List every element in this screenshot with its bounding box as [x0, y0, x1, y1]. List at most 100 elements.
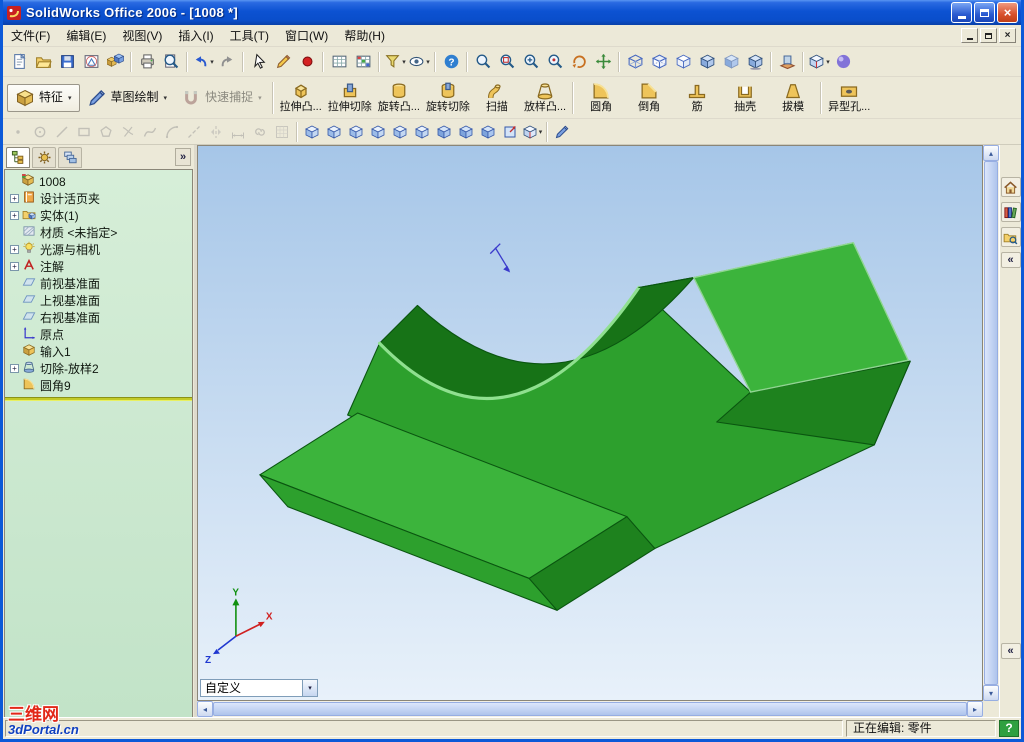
tree-item[interactable]: + 实体(1): [5, 207, 192, 224]
design-table-button[interactable]: [327, 50, 351, 74]
zoom-to-fit-button[interactable]: [471, 50, 495, 74]
tree-item[interactable]: + 光源与相机: [5, 241, 192, 258]
extruded-cut-button[interactable]: 拉伸切除: [325, 78, 375, 118]
configurationmanager-tab[interactable]: [58, 146, 82, 168]
scroll-left-button[interactable]: ◂: [197, 701, 213, 717]
chamfer-button[interactable]: 倒角: [625, 78, 673, 118]
view-top-button[interactable]: [389, 121, 411, 143]
pan-button[interactable]: [591, 50, 615, 74]
shadows-in-shaded-mode-button[interactable]: [743, 50, 767, 74]
open-document-button[interactable]: [31, 50, 55, 74]
view-orientation-button[interactable]: ▾: [521, 121, 543, 143]
apply-scene-button[interactable]: [831, 50, 855, 74]
record-macro-button[interactable]: [295, 50, 319, 74]
minimize-button[interactable]: [951, 2, 972, 23]
tree-item[interactable]: 前视基准面: [5, 275, 192, 292]
expand-toggle[interactable]: +: [10, 194, 19, 203]
child-close-button[interactable]: ×: [999, 28, 1016, 43]
child-restore-button[interactable]: [980, 28, 997, 43]
tree-item[interactable]: 原点: [5, 326, 192, 343]
shaded-button[interactable]: [719, 50, 743, 74]
section-view-button[interactable]: [775, 50, 799, 74]
hidden-lines-visible-button[interactable]: [647, 50, 671, 74]
graphics-area[interactable]: Y X Z 自定义 ▾: [197, 145, 983, 701]
fillet-button[interactable]: 圆角: [577, 78, 625, 118]
scroll-right-button[interactable]: ▸: [967, 701, 983, 717]
shaded-with-edges-button[interactable]: [695, 50, 719, 74]
tree-item[interactable]: 材质 <未指定>: [5, 224, 192, 241]
hide-show-items-button[interactable]: ▾: [407, 50, 431, 74]
view-back-button[interactable]: [323, 121, 345, 143]
make-assembly-from-part-button[interactable]: [103, 50, 127, 74]
3d-sketch-button[interactable]: [551, 121, 573, 143]
menu-item[interactable]: 编辑(E): [58, 24, 114, 47]
dropdown-arrow-icon[interactable]: ▾: [68, 94, 72, 102]
help-button[interactable]: ?: [439, 50, 463, 74]
features-tab-button[interactable]: 特征 ▾: [7, 83, 80, 112]
close-button[interactable]: ×: [997, 2, 1018, 23]
tree-item[interactable]: + 设计活页夹: [5, 190, 192, 207]
menu-item[interactable]: 插入(I): [170, 24, 221, 47]
new-document-button[interactable]: [7, 50, 31, 74]
dropdown-arrow-icon[interactable]: ▾: [258, 94, 262, 102]
menu-item[interactable]: 工具(T): [222, 24, 277, 47]
wireframe-button[interactable]: [623, 50, 647, 74]
title-bar[interactable]: SolidWorks Office 2006 - [1008 *] ×: [3, 0, 1021, 25]
color-swatches-button[interactable]: [351, 50, 375, 74]
child-minimize-button[interactable]: [961, 28, 978, 43]
view-normal-to-button[interactable]: [499, 121, 521, 143]
lofted-boss-button[interactable]: 放样凸...: [521, 78, 569, 118]
undo-button[interactable]: ▾: [191, 50, 215, 74]
dropdown-arrow-icon[interactable]: ▾: [826, 58, 830, 66]
horizontal-scrollbar[interactable]: ◂ ▸: [197, 701, 983, 717]
panel-collapse-button[interactable]: »: [175, 148, 191, 166]
redo-button[interactable]: [215, 50, 239, 74]
revolved-boss-button[interactable]: 旋转凸...: [375, 78, 423, 118]
rotate-view-button[interactable]: [567, 50, 591, 74]
view-isometric-button[interactable]: [433, 121, 455, 143]
tree-item[interactable]: 上视基准面: [5, 292, 192, 309]
view-trimetric-button[interactable]: [455, 121, 477, 143]
sketch-button[interactable]: 草图绘制 ▾: [80, 84, 175, 112]
horizontal-scroll-thumb[interactable]: [213, 702, 967, 716]
featuremanager-tab[interactable]: [6, 146, 30, 168]
expand-toggle[interactable]: +: [10, 211, 19, 220]
task-pane-expand-button[interactable]: «: [1000, 643, 1021, 659]
zoom-to-selection-button[interactable]: [543, 50, 567, 74]
expand-toggle[interactable]: +: [10, 245, 19, 254]
save-button[interactable]: [55, 50, 79, 74]
extruded-boss-button[interactable]: 拉伸凸...: [277, 78, 325, 118]
model-3d-part[interactable]: Y X Z: [198, 146, 982, 700]
solidworks-resources-button[interactable]: [1000, 177, 1021, 197]
task-pane-collapse-button[interactable]: «: [1000, 252, 1021, 268]
zoom-in-out-button[interactable]: [519, 50, 543, 74]
tree-item[interactable]: + 切除-放样2: [5, 360, 192, 377]
tree-item[interactable]: 圆角9: [5, 377, 192, 394]
menu-item[interactable]: 窗口(W): [277, 24, 336, 47]
tree-item[interactable]: + 注解: [5, 258, 192, 275]
view-dimetric-button[interactable]: [477, 121, 499, 143]
tree-item[interactable]: 输入1: [5, 343, 192, 360]
view-front-button[interactable]: [301, 121, 323, 143]
expand-toggle[interactable]: +: [10, 364, 19, 373]
dropdown-arrow-icon[interactable]: ▾: [210, 58, 214, 66]
file-explorer-button[interactable]: [1000, 227, 1021, 247]
expand-toggle[interactable]: +: [10, 262, 19, 271]
print-button[interactable]: [135, 50, 159, 74]
zoom-to-area-button[interactable]: [495, 50, 519, 74]
menu-item[interactable]: 文件(F): [3, 24, 58, 47]
rollback-bar[interactable]: [5, 397, 192, 401]
hidden-lines-removed-button[interactable]: [671, 50, 695, 74]
dropdown-arrow-icon[interactable]: ▾: [402, 58, 406, 66]
make-drawing-from-part-button[interactable]: [79, 50, 103, 74]
revolved-cut-button[interactable]: 旋转切除: [423, 78, 473, 118]
standard-views-button[interactable]: ▾: [807, 50, 831, 74]
draft-button[interactable]: 拔模: [769, 78, 817, 118]
dropdown-arrow-icon[interactable]: ▾: [539, 128, 543, 136]
design-library-button[interactable]: [1000, 202, 1021, 222]
restore-button[interactable]: [974, 2, 995, 23]
scroll-down-button[interactable]: ▾: [983, 685, 999, 701]
menu-item[interactable]: 视图(V): [114, 24, 170, 47]
vertical-scrollbar[interactable]: ▴ ▾: [983, 145, 999, 701]
select-button[interactable]: [247, 50, 271, 74]
